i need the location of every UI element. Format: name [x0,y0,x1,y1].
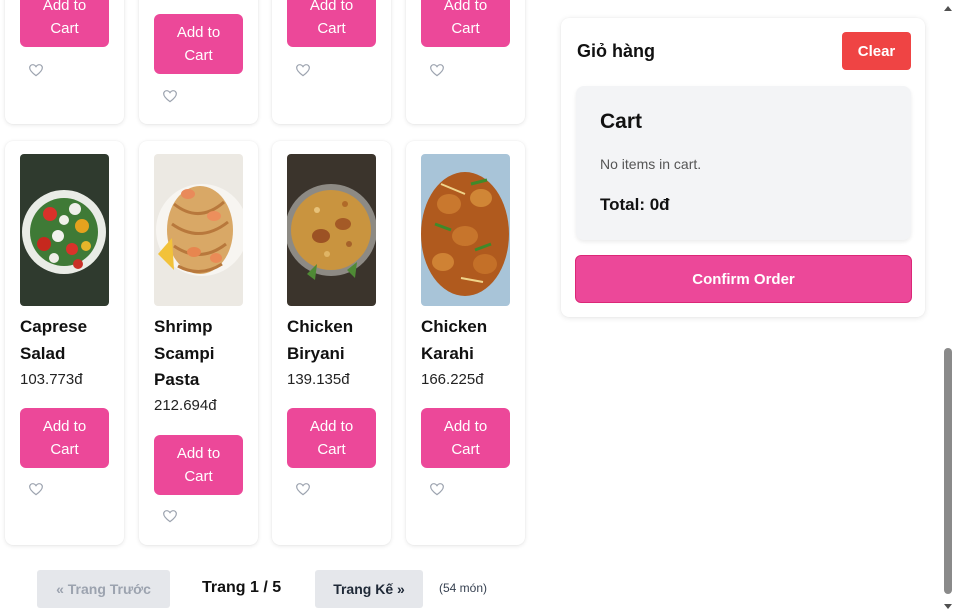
cart-summary: Cart No items in cart. Total: 0đ [576,86,911,240]
scrollbar-thumb[interactable] [944,348,952,594]
chicken-biryani-photo[interactable] [287,154,376,306]
heart-icon[interactable] [27,481,45,497]
product-card: Chicken Karahi 166.225đ Add to Cart [406,141,525,545]
item-count: (54 món) [439,581,488,595]
product-name: Chicken Biryani [287,317,354,363]
heart-icon[interactable] [428,481,446,497]
confirm-order-button[interactable]: Confirm Order [575,255,912,303]
chicken-karahi-photo[interactable] [421,154,510,306]
add-to-cart-button[interactable]: Add to Cart [421,0,510,47]
product-card: Add to Cart [139,0,258,124]
prev-page-button[interactable]: « Trang Trước [37,570,170,608]
add-to-cart-button[interactable]: Add to Cart [154,14,243,74]
product-card: Add to Cart [272,0,391,124]
vertical-scrollbar[interactable] [940,0,955,615]
heart-icon[interactable] [161,88,179,104]
add-to-cart-button[interactable]: Add to Cart [287,0,376,47]
cart-panel: Giỏ hàng Clear Cart No items in cart. To… [561,18,925,317]
product-price: 166.225đ [421,371,484,388]
heart-icon[interactable] [428,62,446,78]
product-card: Chicken Biryani 139.135đ Add to Cart [272,141,391,545]
product-card: Add to Cart [406,0,525,124]
cart-empty-message: No items in cart. [600,156,702,172]
scroll-up-icon[interactable] [944,6,952,11]
viewport: Add to Cart Add to Cart Add to Cart Add … [0,0,955,615]
product-card: Add to Cart [5,0,124,124]
product-name: Caprese Salad [20,317,88,363]
heart-icon[interactable] [294,62,312,78]
add-to-cart-button[interactable]: Add to Cart [421,408,510,468]
heart-icon[interactable] [27,62,45,78]
page-indicator: Trang 1 / 5 [202,579,282,596]
scroll-down-icon[interactable] [944,604,952,609]
product-name: Shrimp Scampi Pasta [154,317,215,389]
pagination: « Trang Trước Trang 1 / 5 Trang Kế » (54… [0,570,540,608]
product-price: 139.135đ [287,371,350,388]
product-card: Caprese Salad 103.773đ Add to Cart [5,141,124,545]
add-to-cart-button[interactable]: Add to Cart [287,408,376,468]
heart-icon[interactable] [161,508,179,524]
product-card: Shrimp Scampi Pasta 212.694đ Add to Cart [139,141,258,545]
heart-icon[interactable] [294,481,312,497]
caprese-salad-photo[interactable] [20,154,109,306]
clear-cart-button[interactable]: Clear [842,32,911,70]
next-page-button[interactable]: Trang Kế » [315,570,423,608]
cart-summary-title: Cart [600,110,643,133]
add-to-cart-button[interactable]: Add to Cart [20,408,109,468]
cart-total: Total: 0đ [600,195,670,214]
product-price: 103.773đ [20,371,83,388]
product-price: 212.694đ [154,397,217,414]
add-to-cart-button[interactable]: Add to Cart [154,435,243,495]
add-to-cart-button[interactable]: Add to Cart [20,0,109,47]
cart-panel-title: Giỏ hàng [577,41,655,61]
product-name: Chicken Karahi [421,317,488,363]
shrimp-scampi-pasta-photo[interactable] [154,154,243,306]
